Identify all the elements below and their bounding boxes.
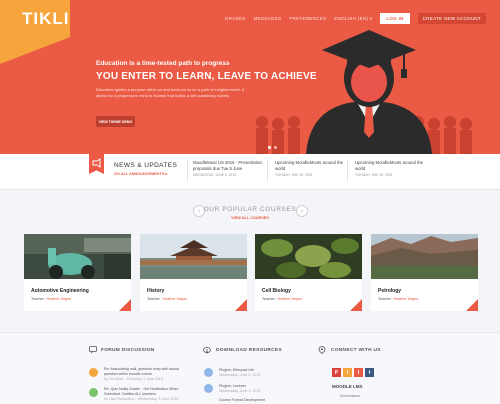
hero-banner: TIKLI GRADES MESSAGES PREFERENCES ENGLIS… xyxy=(0,0,500,154)
course-card[interactable]: Automotive Engineering Teacher : Heather… xyxy=(24,234,131,311)
course-teacher: Teacher : Heather Mayes xyxy=(378,297,419,301)
tumblr-icon[interactable]: t xyxy=(365,368,374,377)
org-address: Schlumsauer xyxy=(340,394,361,398)
gear-icon xyxy=(204,368,213,377)
forum-item[interactable]: Re: Associating moll_question entry with… xyxy=(104,367,192,381)
avatar xyxy=(89,368,98,377)
announcement-item[interactable]: Upcoming MoodleMoots around the world TU… xyxy=(355,160,427,177)
rss-icon[interactable]: f xyxy=(343,368,352,377)
pagoda-photo xyxy=(140,234,247,279)
course-card[interactable]: Cell Biology Teacher : Heather Mayes xyxy=(255,234,362,311)
course-card[interactable]: Petrology Teacher : Heather Mayes xyxy=(371,234,478,311)
divider xyxy=(187,160,188,182)
announcement-item[interactable]: Upcoming MoodleMoots around the world TU… xyxy=(275,160,347,177)
download-item[interactable]: Plugins: Lecturer Wednesday, June 3, 201… xyxy=(219,384,309,394)
graduate-illustration xyxy=(256,30,472,154)
canyon-photo xyxy=(371,234,478,279)
course-name[interactable]: Petrology xyxy=(378,288,401,294)
announcement-date: TUESDAY, MAY 19, 2015 xyxy=(355,173,393,177)
course-card[interactable]: History Teacher : Heather Mayes xyxy=(140,234,247,311)
course-teacher: Teacher : Heather Mayes xyxy=(262,297,303,301)
view-demo-button[interactable]: VIEW THEME DEMO xyxy=(96,116,135,127)
forum-title: FORUM DISCUSSION xyxy=(101,348,155,353)
slider-dots xyxy=(268,146,277,149)
avatar xyxy=(89,388,98,397)
course-teacher: Teacher : Heather Mayes xyxy=(147,297,188,301)
announcement-date: TUESDAY, MAY 19, 2015 xyxy=(275,173,313,177)
course-name[interactable]: Automotive Engineering xyxy=(31,288,89,294)
chat-icon xyxy=(89,346,97,354)
connect-title: CONNECT WITH US xyxy=(331,348,381,353)
leaves-photo xyxy=(255,234,362,279)
share-icon[interactable]: t xyxy=(354,368,363,377)
scooter-photo xyxy=(24,234,131,279)
course-corner-icon[interactable] xyxy=(235,299,247,311)
pinterest-icon[interactable]: P xyxy=(332,368,341,377)
course-corner-icon[interactable] xyxy=(466,299,478,311)
cloud-download-icon xyxy=(203,347,211,354)
course-corner-icon[interactable] xyxy=(119,299,131,311)
download-item[interactable]: Plugins: Etherpad Lite Wednesday, June 3… xyxy=(219,368,309,378)
announcement-title[interactable]: Upcoming MoodleMoots around the world xyxy=(275,160,347,171)
download-item[interactable]: Course Format Development xyxy=(219,398,309,403)
divider xyxy=(347,160,348,182)
news-badge xyxy=(89,154,104,174)
hero-description: Education ignites a purpose within us an… xyxy=(96,87,245,98)
all-announcements-link[interactable]: GO ALL ANNOUNCEMENTS ▸ xyxy=(114,171,167,176)
org-name: MOODLE LMS xyxy=(332,384,363,389)
courses-title: OUR POPULAR COURSES xyxy=(203,206,297,213)
divider xyxy=(267,160,268,182)
location-pin-icon xyxy=(318,346,326,354)
hero-kicker: Education is a time-tested path to progr… xyxy=(96,60,230,67)
course-name[interactable]: Cell Biology xyxy=(262,288,291,294)
view-all-courses-link[interactable]: VIEW ALL COURSES xyxy=(0,216,500,220)
downloads-title: DOWNLOAD RESOURCES xyxy=(216,348,282,353)
gear-icon xyxy=(204,384,213,393)
course-teacher: Teacher : Heather Mayes xyxy=(31,297,72,301)
news-title: NEWS & UPDATES xyxy=(114,162,178,169)
slider-dot-1[interactable] xyxy=(268,146,271,149)
course-name[interactable]: History xyxy=(147,288,164,294)
site-logo[interactable]: TIKLI xyxy=(22,9,70,29)
course-corner-icon[interactable] xyxy=(350,299,362,311)
news-bar: NEWS & UPDATES GO ALL ANNOUNCEMENTS ▸ Mo… xyxy=(0,154,500,190)
forum-item[interactable]: Re: Quiz Notify Grader - Get Notificatio… xyxy=(104,387,192,401)
announcement-title[interactable]: Upcoming MoodleMoots around the world xyxy=(355,160,427,171)
megaphone-icon xyxy=(92,158,101,168)
slider-dot-2[interactable] xyxy=(274,146,277,149)
